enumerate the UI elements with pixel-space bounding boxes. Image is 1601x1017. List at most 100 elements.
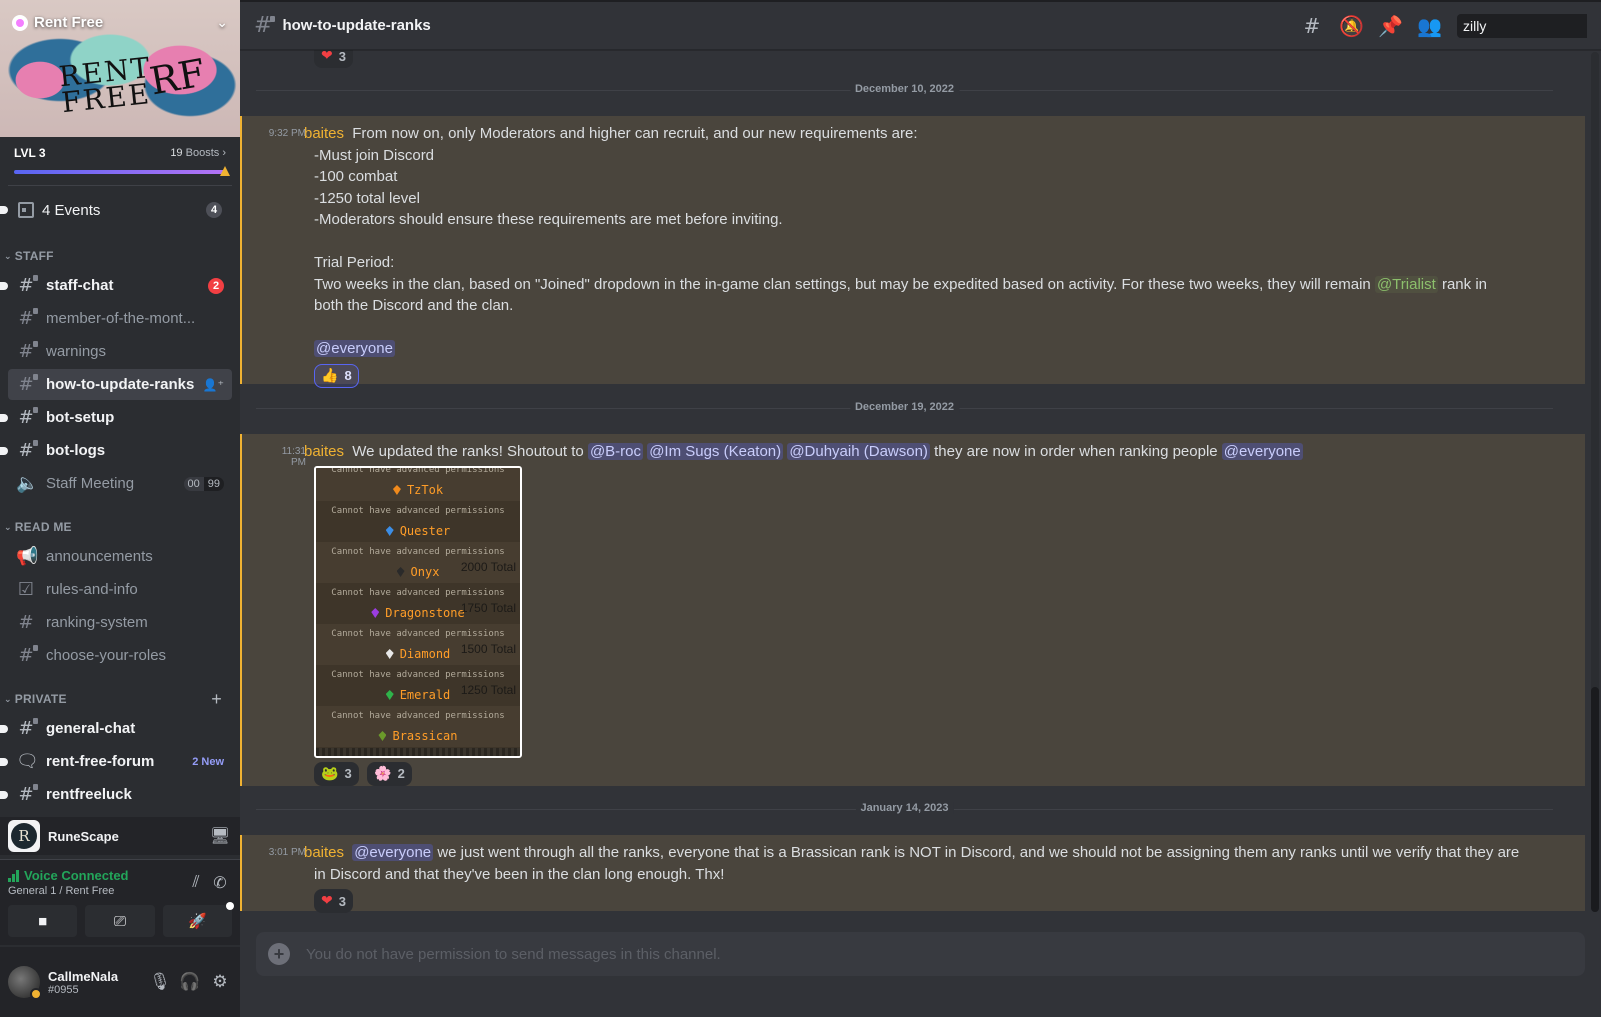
reaction-pepe-heart[interactable]: 🐸 3 [314, 761, 359, 786]
scrollbar-thumb[interactable] [1591, 687, 1599, 912]
rank-row: Cannot have advanced permissions Dragonst… [316, 583, 520, 624]
user-tag: #0955 [48, 983, 79, 996]
channel-member-of-the-month[interactable]: # member-of-the-mont... [8, 303, 232, 334]
reaction-thumbs-up[interactable]: 👍 8 [314, 363, 359, 388]
user-info[interactable]: CallmeNala #0955 [48, 969, 142, 996]
user-mention-b-roc[interactable]: @B-roc [587, 443, 644, 460]
message[interactable]: 11:31 PM baites We updated the ranks! Sh… [240, 434, 1585, 786]
thumbs-up-icon: 👍 [321, 367, 339, 384]
channel-name: general-chat [46, 720, 136, 737]
reaction-count: 3 [344, 766, 352, 781]
message-author[interactable]: baites [304, 844, 344, 861]
chevron-down-icon[interactable]: ⌄ [216, 14, 228, 31]
channel-rent-free-forum[interactable]: 🗨 rent-free-forum 2 New [0, 746, 232, 777]
message-timestamp: 3:01 PM [268, 847, 306, 858]
rank-entry: Onyx 2000 Total [316, 560, 520, 583]
chevron-down-icon: ⌄ [4, 521, 12, 532]
channel-warnings[interactable]: # warnings [8, 336, 232, 367]
user-mention-duhyaih[interactable]: @Duhyaih (Dawson) [787, 443, 930, 460]
settings-gear-icon[interactable]: ⚙ [208, 972, 232, 992]
rank-gem-icon [385, 526, 394, 536]
everyone-mention[interactable]: @everyone [352, 844, 434, 861]
channel-staff-meeting[interactable]: 🔈 Staff Meeting 00 99 [8, 468, 232, 499]
calendar-icon [18, 202, 34, 218]
unread-indicator [0, 790, 8, 799]
rank-name: Dragonstone [385, 606, 465, 620]
pin-icon[interactable]: 📌 [1378, 14, 1403, 38]
channel-choose-your-roles[interactable]: # choose-your-roles [8, 640, 232, 671]
date-divider: December 19, 2022 [256, 401, 1553, 413]
message-text: -Moderators should ensure these requirem… [314, 211, 783, 228]
channel-name: staff-chat [46, 277, 114, 294]
locked-text-channel-icon: # [254, 13, 276, 38]
create-invite-icon[interactable]: 👤⁺ [203, 378, 224, 392]
microphone-icon[interactable]: 🎙 [148, 972, 172, 992]
boost-status[interactable]: LVL 3 19 Boosts › [0, 137, 240, 163]
activities-button[interactable]: 🚀 [162, 902, 234, 937]
rank-gem-icon [385, 690, 394, 700]
voice-limit: 99 [203, 476, 224, 491]
rank-total-requirement: 1750 Total [460, 600, 516, 615]
channel-general-chat[interactable]: # general-chat [0, 713, 232, 744]
voice-user-count: 00 [183, 476, 204, 491]
channel-rules-and-info[interactable]: ☑ rules-and-info [8, 574, 232, 605]
category-name: STAFF [14, 249, 54, 263]
rank-row: Cannot have advanced permissions Onyx 2000… [316, 541, 520, 583]
pink-anime-icon: 🌸 [374, 765, 392, 782]
avatar[interactable] [8, 966, 42, 1000]
channel-bot-setup[interactable]: # bot-setup [0, 402, 232, 433]
message-author[interactable]: baites [304, 443, 344, 460]
locked-text-channel-icon: # [16, 784, 38, 805]
reaction-heart[interactable]: ❤ 3 [314, 889, 353, 913]
rank-list-image[interactable]: Cannot have advanced permissions TzTok Can… [314, 465, 522, 758]
message-timestamp: 11:31 PM [281, 446, 306, 468]
stream-game-icon[interactable]: 🖥 [208, 826, 232, 846]
member-list-icon[interactable]: 👥 [1417, 14, 1442, 38]
category-private[interactable]: ⌄ PRIVATE + [0, 687, 240, 711]
message-timestamp: 9:32 PM [268, 128, 306, 139]
rank-gem-icon [396, 567, 405, 577]
discord-app: RENT FREE RF Rent Free ⌄ LVL 3 19 Boosts… [0, 0, 1601, 1017]
camera-button[interactable]: ■ [8, 905, 78, 937]
rank-gem-icon [385, 649, 394, 659]
channel-name: member-of-the-mont... [46, 310, 196, 327]
scrollbar[interactable] [1591, 52, 1599, 912]
reaction-heart[interactable]: ❤ 3 [314, 50, 353, 68]
message[interactable]: 9:32 PM baites From now on, only Moderat… [240, 116, 1585, 388]
boost-count[interactable]: 19 Boosts › [170, 147, 226, 159]
disconnect-icon[interactable]: ✆ [208, 873, 232, 893]
screen-share-button[interactable]: ⎚ [85, 905, 155, 937]
server-header[interactable]: Rent Free ⌄ [12, 14, 228, 31]
boost-count-value: 19 [170, 147, 183, 159]
threads-icon[interactable]: # [1300, 14, 1324, 38]
rocket-icon: 🚀 [187, 913, 207, 930]
channel-sidebar: RENT FREE RF Rent Free ⌄ LVL 3 19 Boosts… [0, 0, 240, 1017]
channel-announcements[interactable]: 📢 announcements [8, 541, 232, 572]
announcement-channel-icon: 📢 [16, 546, 39, 567]
locked-text-channel-icon: # [16, 645, 38, 666]
channel-bot-logs[interactable]: # bot-logs [0, 435, 232, 466]
headphones-icon[interactable]: 🎧 [178, 972, 202, 992]
channel-staff-chat[interactable]: # staff-chat 2 [0, 270, 232, 301]
everyone-mention[interactable]: @everyone [314, 340, 395, 357]
voice-status[interactable]: Voice Connected General 1 / Rent Free [8, 868, 184, 897]
noise-suppression-icon[interactable]: ⫽ [184, 874, 208, 892]
message-author[interactable]: baites [304, 125, 344, 142]
channel-rentfreeluck[interactable]: # rentfreeluck [0, 779, 232, 810]
events-button[interactable]: 4 Events 4 [0, 192, 232, 228]
category-staff[interactable]: ⌄ STAFF [0, 244, 240, 268]
channel-how-to-update-ranks[interactable]: # how-to-update-ranks 👤⁺ [8, 369, 232, 400]
notification-muted-icon[interactable]: 🔕 [1339, 14, 1364, 38]
search-input[interactable] [1457, 13, 1587, 38]
user-mention-im-sugs[interactable]: @Im Sugs (Keaton) [647, 443, 784, 460]
everyone-mention[interactable]: @everyone [1221, 443, 1303, 460]
message-list[interactable]: ❤ 3 December 10, 2022 9:32 PM baites From… [240, 50, 1601, 915]
server-banner[interactable]: RENT FREE RF Rent Free ⌄ [0, 0, 240, 137]
category-read-me[interactable]: ⌄ READ ME [0, 515, 240, 539]
message[interactable]: 3:01 PM baites @everyone we just went th… [240, 835, 1585, 913]
rank-row: Cannot have advanced permissions Brassica… [316, 705, 520, 747]
reaction-pink-anime[interactable]: 🌸 2 [367, 761, 412, 786]
role-mention-trialist[interactable]: @Trialist [1374, 275, 1438, 293]
channel-ranking-system[interactable]: # ranking-system [8, 607, 232, 638]
create-channel-icon[interactable]: + [211, 689, 222, 710]
